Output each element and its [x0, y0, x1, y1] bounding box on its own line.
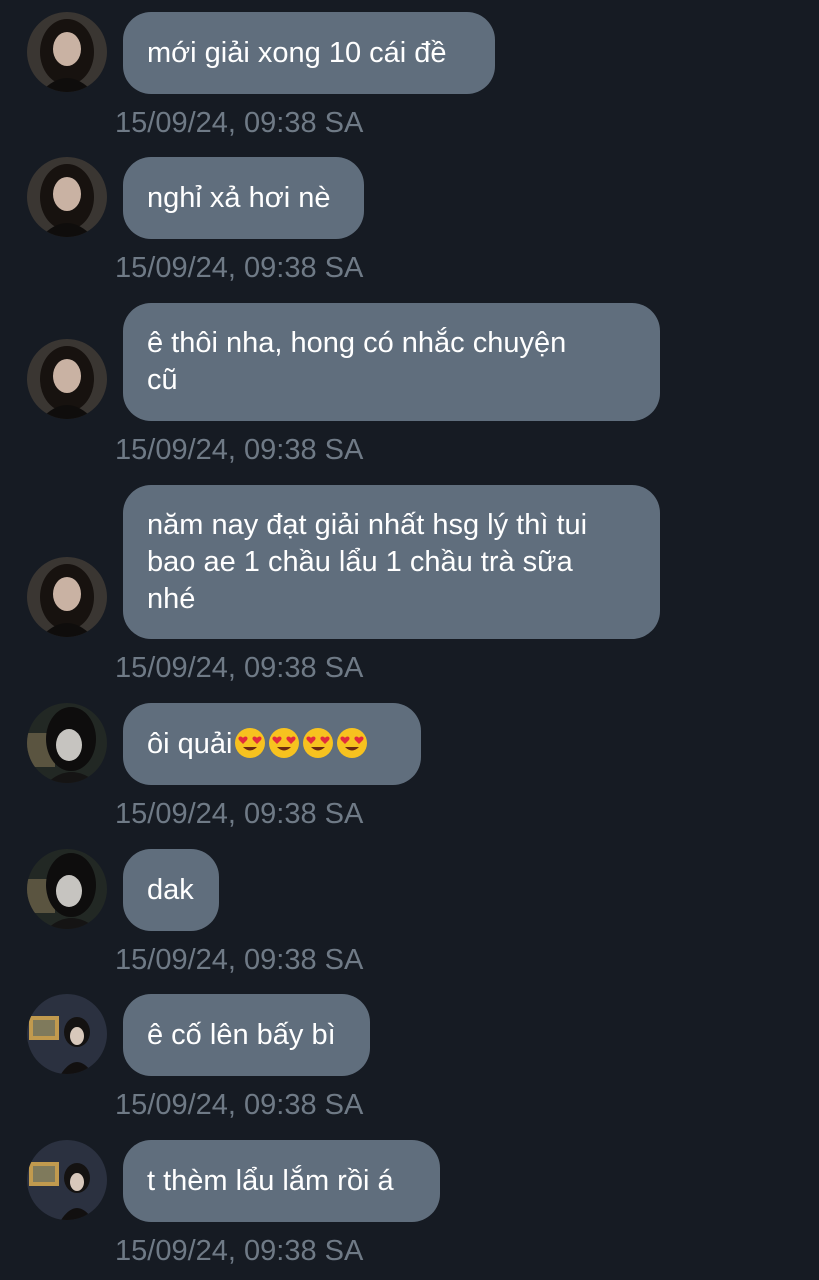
message-timestamp: 15/09/24, 09:38 SA [115, 1089, 364, 1121]
message-timestamp: 15/09/24, 09:38 SA [115, 1235, 364, 1267]
message-timestamp: 15/09/24, 09:38 SA [115, 798, 364, 830]
heart-eyes-emoji [302, 727, 334, 759]
message-timestamp: 15/09/24, 09:38 SA [115, 434, 364, 466]
message-bubble[interactable]: ôi quải [123, 703, 421, 785]
message-bubble[interactable]: ê thôi nha, hong có nhắc chuyện cũ [123, 303, 660, 421]
heart-eyes-emoji [268, 727, 300, 759]
message-bubble[interactable]: năm nay đạt giải nhất hsg lý thì tui bao… [123, 485, 660, 639]
avatar[interactable] [27, 157, 107, 237]
message-text: ê thôi nha, hong có nhắc chuyện cũ [147, 327, 567, 396]
message-bubble[interactable]: ê cố lên bấy bì [123, 994, 370, 1076]
message-text: ê cố lên bấy bì [147, 1018, 336, 1051]
heart-eyes-emoji [234, 727, 266, 759]
message-bubble[interactable]: nghỉ xả hơi nè [123, 157, 364, 239]
message-text: ôi quải [147, 726, 368, 763]
message-bubble[interactable]: t thèm lẩu lắm rồi á [123, 1140, 440, 1222]
message-text: mới giải xong 10 cái đề [147, 36, 447, 69]
message-text: nghỉ xả hơi nè [147, 181, 331, 214]
message-text: t thèm lẩu lắm rồi á [147, 1164, 394, 1197]
avatar[interactable] [27, 1140, 107, 1220]
avatar[interactable] [27, 12, 107, 92]
avatar[interactable] [27, 557, 107, 637]
avatar[interactable] [27, 339, 107, 419]
avatar[interactable] [27, 994, 107, 1074]
message-text: dak [147, 873, 194, 906]
message-text: năm nay đạt giải nhất hsg lý thì tui bao… [147, 508, 588, 615]
message-bubble[interactable]: mới giải xong 10 cái đề [123, 12, 495, 94]
message-timestamp: 15/09/24, 09:38 SA [115, 652, 364, 684]
message-timestamp: 15/09/24, 09:38 SA [115, 252, 364, 284]
avatar[interactable] [27, 703, 107, 783]
heart-eyes-emoji [336, 727, 368, 759]
message-timestamp: 15/09/24, 09:38 SA [115, 107, 364, 139]
message-bubble[interactable]: dak [123, 849, 219, 931]
avatar[interactable] [27, 849, 107, 929]
message-timestamp: 15/09/24, 09:38 SA [115, 944, 364, 976]
